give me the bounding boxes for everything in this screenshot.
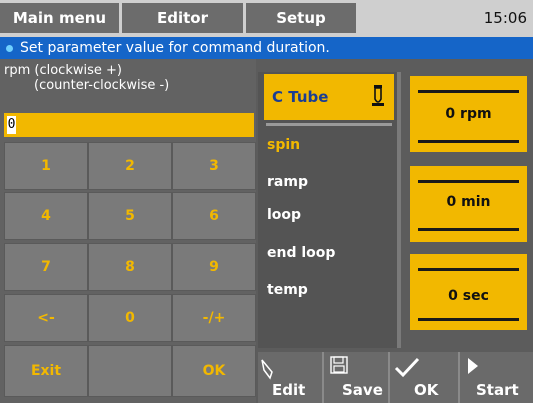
start-label: Start <box>476 381 519 399</box>
speed-value: 0 rpm <box>445 106 492 122</box>
minutes-value-box[interactable]: 0 min <box>410 166 527 242</box>
key-6[interactable]: 6 <box>172 192 256 240</box>
key-7[interactable]: 7 <box>4 243 88 291</box>
divider-line <box>418 180 519 183</box>
save-label: Save <box>342 381 383 399</box>
key-3[interactable]: 3 <box>172 142 256 190</box>
list-scrollbar[interactable] <box>397 72 401 348</box>
tube-icon <box>370 84 386 108</box>
seconds-value: 0 sec <box>448 288 489 304</box>
tab-main-menu[interactable]: Main menu <box>0 3 122 33</box>
key-9[interactable]: 9 <box>172 243 256 291</box>
command-ramp[interactable]: ramp <box>267 170 308 194</box>
save-button[interactable]: Save <box>324 352 390 403</box>
minutes-value: 0 min <box>446 194 491 210</box>
parameter-label: rpm (clockwise +) (counter-clockwise -) <box>4 63 254 93</box>
speed-value-box[interactable]: 0 rpm <box>410 76 527 152</box>
divider-line <box>418 268 519 271</box>
info-text: Set parameter value for command duration… <box>20 40 330 56</box>
command-end-loop[interactable]: end loop <box>267 241 335 265</box>
value-input-text: 0 <box>7 116 16 134</box>
key-0[interactable]: 0 <box>88 294 172 342</box>
divider-line <box>418 90 519 93</box>
floppy-disk-icon <box>330 356 348 374</box>
pencil-icon <box>261 359 273 380</box>
command-spin[interactable]: spin <box>267 133 300 157</box>
key-4[interactable]: 4 <box>4 192 88 240</box>
key-2[interactable]: 2 <box>88 142 172 190</box>
edit-button[interactable]: Edit <box>258 352 324 403</box>
info-bullet-icon <box>6 44 13 52</box>
command-loop[interactable]: loop <box>267 203 301 227</box>
ok-button[interactable]: OK <box>390 352 460 403</box>
key-8[interactable]: 8 <box>88 243 172 291</box>
key-1[interactable]: 1 <box>4 142 88 190</box>
list-separator <box>266 123 392 126</box>
ok-label: OK <box>414 381 439 399</box>
ok-key[interactable]: OK <box>172 345 256 397</box>
play-icon <box>468 358 478 374</box>
info-bar: Set parameter value for command duration… <box>0 37 533 59</box>
start-button[interactable]: Start <box>460 352 533 403</box>
key-sign-toggle[interactable]: -/+ <box>172 294 256 342</box>
tab-setup[interactable]: Setup <box>246 3 356 33</box>
key-backspace[interactable]: <- <box>4 294 88 342</box>
exit-button[interactable]: Exit <box>4 345 88 397</box>
command-temp[interactable]: temp <box>267 278 308 302</box>
parameter-label-line1: rpm (clockwise +) <box>4 63 122 78</box>
seconds-value-box[interactable]: 0 sec <box>410 254 527 330</box>
clock: 15:06 <box>483 9 527 27</box>
tab-editor[interactable]: Editor <box>122 3 246 33</box>
divider-line <box>418 140 519 143</box>
divider-line <box>418 318 519 321</box>
value-input[interactable] <box>4 113 254 137</box>
key-5[interactable]: 5 <box>88 192 172 240</box>
key-blank <box>88 345 172 397</box>
divider-line <box>418 228 519 231</box>
checkmark-icon <box>394 357 420 378</box>
edit-label: Edit <box>272 381 306 399</box>
parameter-label-line2: (counter-clockwise -) <box>34 78 170 93</box>
